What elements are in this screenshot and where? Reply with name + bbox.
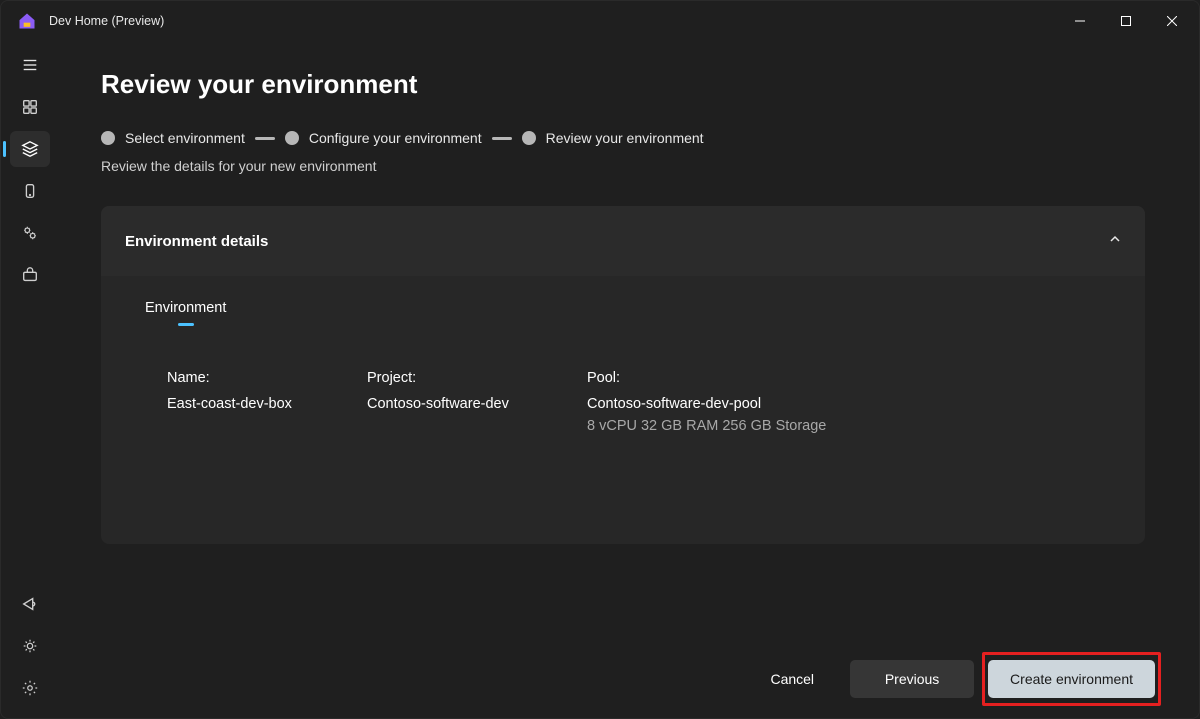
chevron-up-icon <box>1109 232 1121 250</box>
environment-details-card: Environment details Environment Name: Pr… <box>101 206 1145 544</box>
nav-dashboard[interactable] <box>10 89 50 125</box>
nav-environments[interactable] <box>10 131 50 167</box>
page-subtext: Review the details for your new environm… <box>101 158 1145 174</box>
step-dot-icon <box>285 131 299 145</box>
nav-utilities[interactable] <box>10 257 50 293</box>
card-title: Environment details <box>125 233 268 250</box>
hamburger-menu[interactable] <box>10 47 50 83</box>
name-label: Name: <box>167 370 347 386</box>
project-label: Project: <box>367 370 567 386</box>
nav-feedback[interactable] <box>10 586 50 622</box>
create-environment-button[interactable]: Create environment <box>988 660 1155 698</box>
step-1: Select environment <box>101 130 245 146</box>
progress-stepper: Select environment Configure your enviro… <box>101 130 1145 146</box>
step-label: Review your environment <box>546 130 704 146</box>
close-button[interactable] <box>1149 5 1195 37</box>
nav-configure[interactable] <box>10 215 50 251</box>
step-label: Select environment <box>125 130 245 146</box>
app-title: Dev Home (Preview) <box>49 14 164 28</box>
maximize-button[interactable] <box>1103 5 1149 37</box>
footer-buttons: Cancel Previous Create environment <box>748 660 1155 698</box>
page-title: Review your environment <box>101 69 1145 100</box>
app-icon <box>17 11 37 31</box>
step-connector <box>255 137 275 140</box>
nav-extensions[interactable] <box>10 628 50 664</box>
card-header[interactable]: Environment details <box>101 206 1145 276</box>
step-3: Review your environment <box>522 130 704 146</box>
pool-value: Contoso-software-dev-pool <box>587 396 1101 412</box>
minimize-button[interactable] <box>1057 5 1103 37</box>
step-dot-icon <box>101 131 115 145</box>
sidebar <box>1 41 59 718</box>
step-2: Configure your environment <box>285 130 482 146</box>
tab-environment[interactable]: Environment <box>145 300 226 324</box>
project-value: Contoso-software-dev <box>367 396 567 434</box>
pool-spec: 8 vCPU 32 GB RAM 256 GB Storage <box>587 418 1101 434</box>
previous-button[interactable]: Previous <box>850 660 974 698</box>
pool-label: Pool: <box>587 370 1101 386</box>
step-connector <box>492 137 512 140</box>
window-controls <box>1057 5 1195 37</box>
cancel-button[interactable]: Cancel <box>748 660 836 698</box>
nav-settings[interactable] <box>10 670 50 706</box>
step-dot-icon <box>522 131 536 145</box>
step-label: Configure your environment <box>309 130 482 146</box>
nav-machine[interactable] <box>10 173 50 209</box>
name-value: East-coast-dev-box <box>167 396 347 434</box>
main-content: Review your environment Select environme… <box>59 41 1199 718</box>
titlebar: Dev Home (Preview) <box>1 1 1199 41</box>
